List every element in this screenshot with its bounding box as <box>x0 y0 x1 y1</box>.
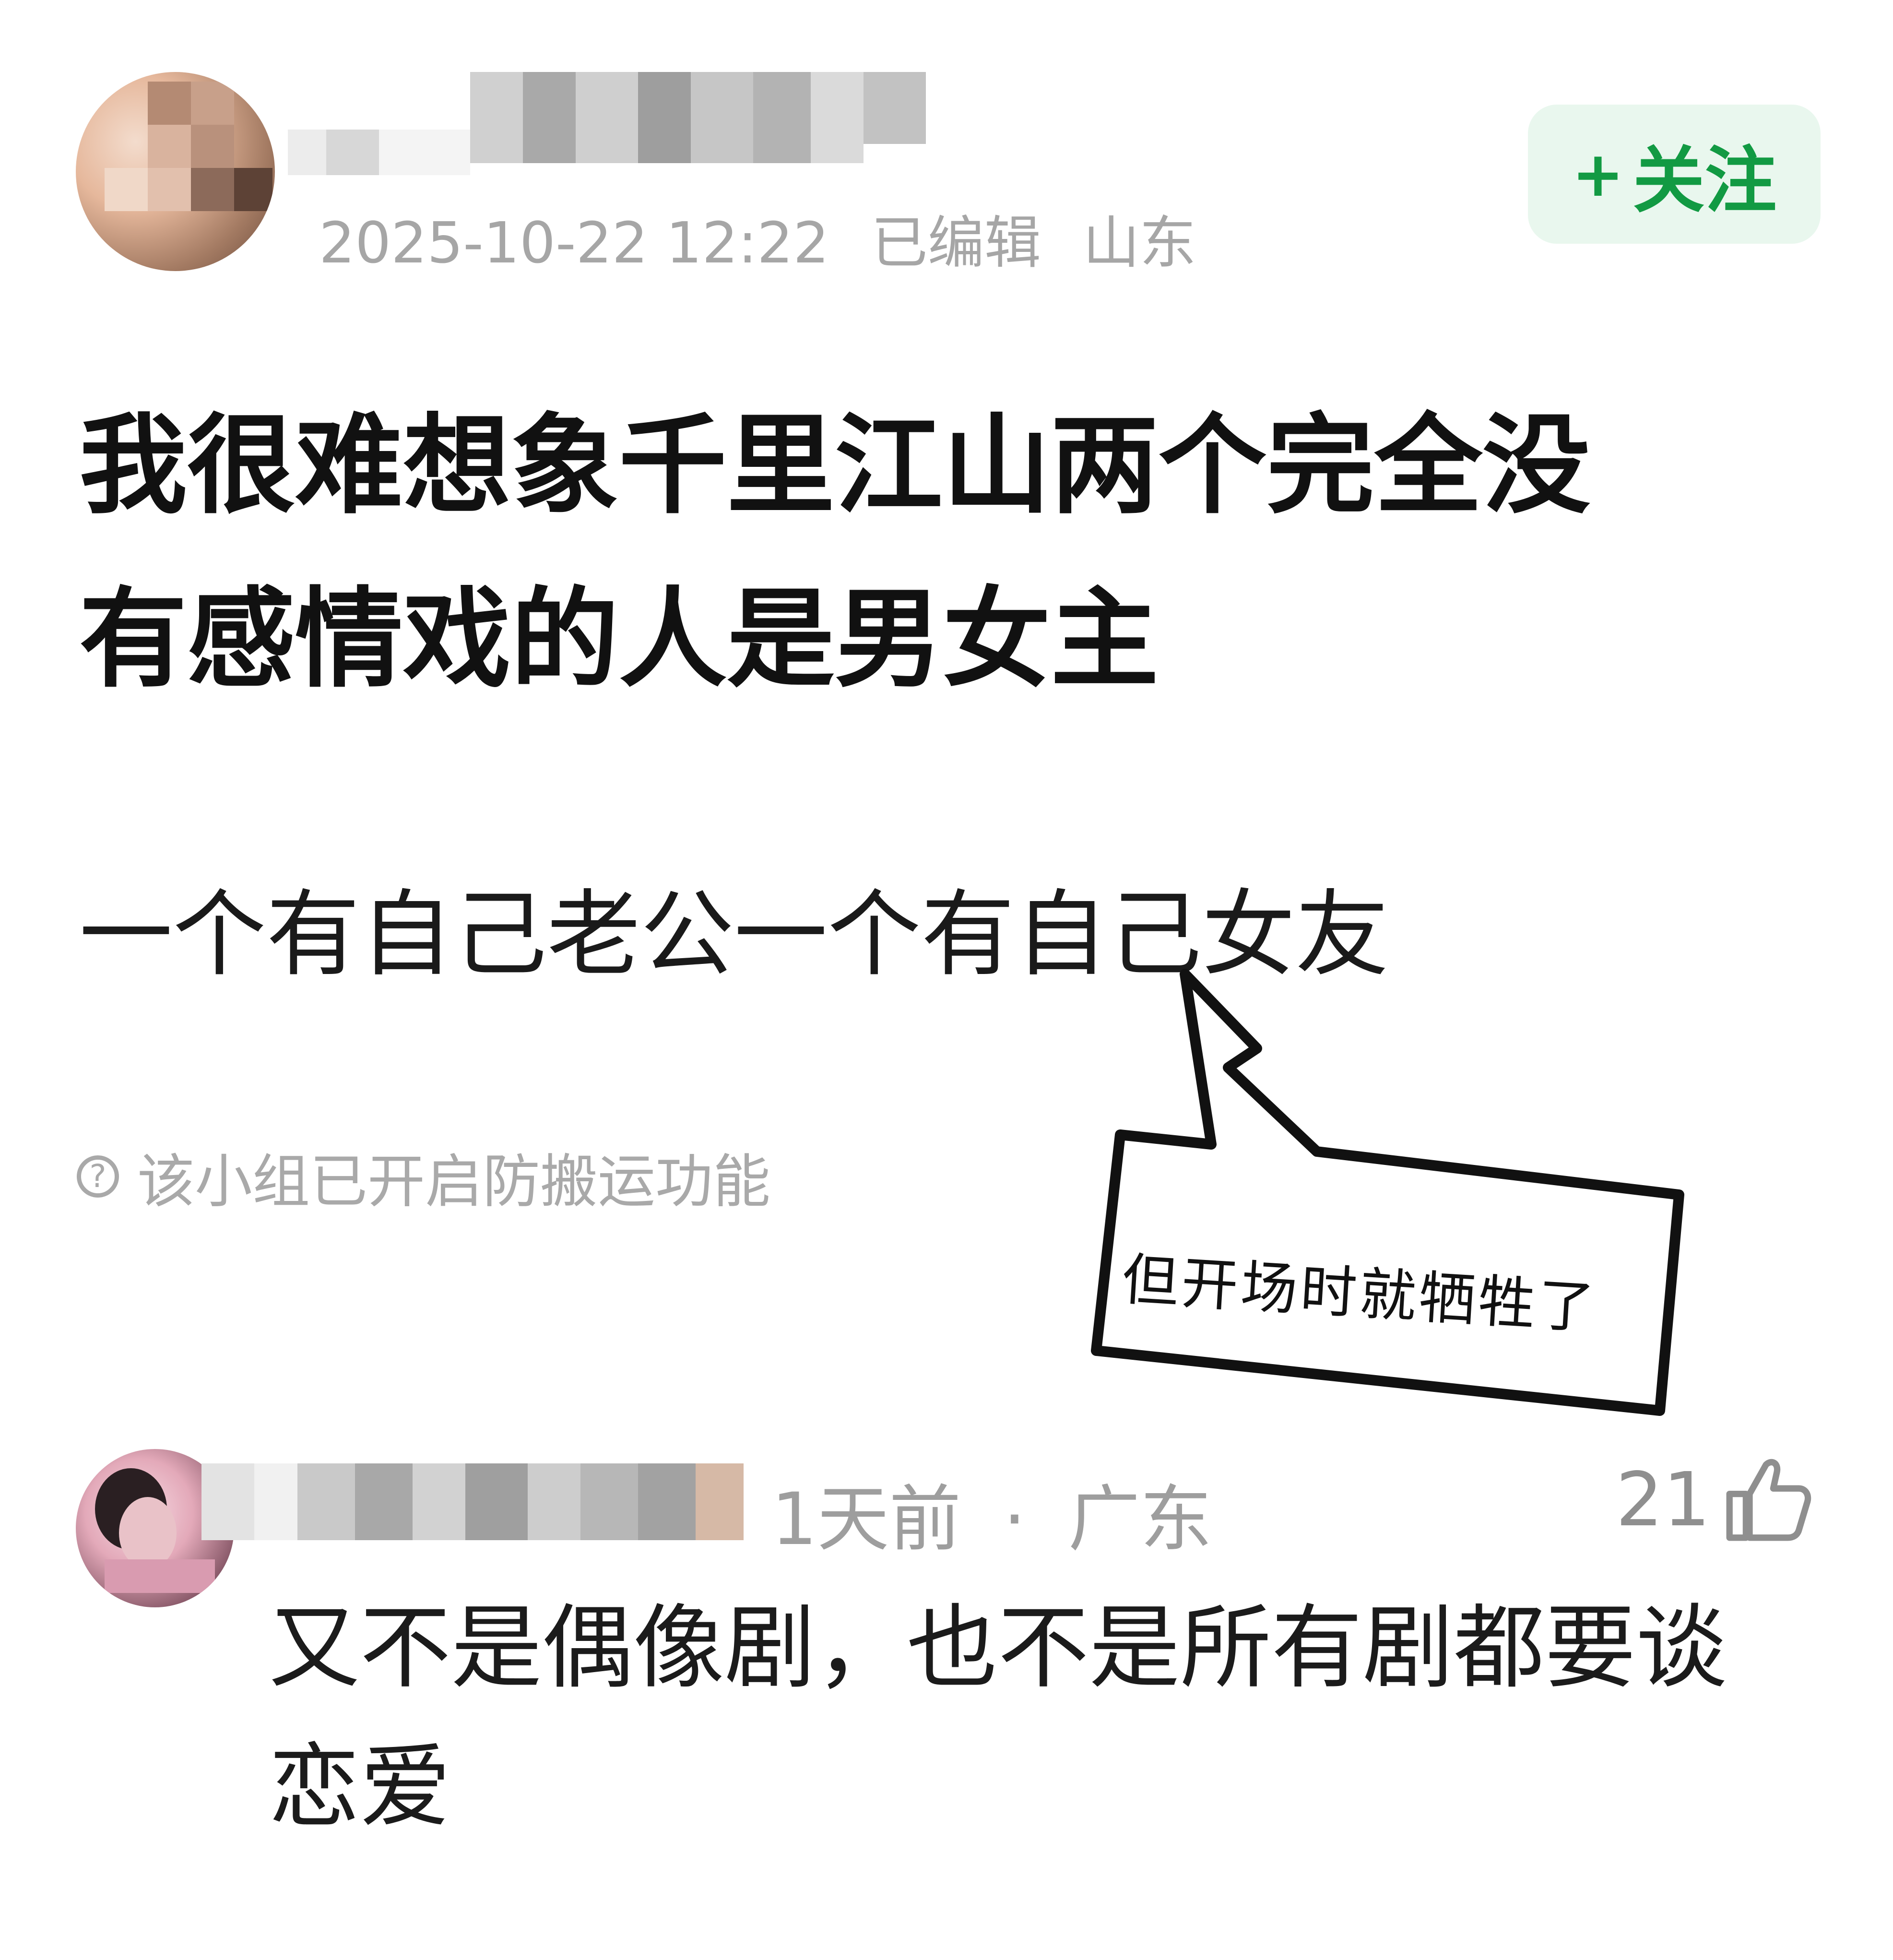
anti-copy-text: 该小组已开启防搬运功能 <box>137 1149 770 1215</box>
post-timestamp: 2025-10-22 12:22 <box>319 210 829 276</box>
post-edited-label: 已编辑 <box>871 210 1041 276</box>
comment-meta: 1天前 · 广东 <box>771 1461 1212 1565</box>
post-meta: 2025-10-22 12:22 已编辑 山东 <box>319 197 1196 279</box>
meta-separator: · <box>1003 1478 1026 1561</box>
plus-icon: + <box>1572 138 1624 211</box>
post-title-line-1: 我很难想象千里江山两个完全没 <box>79 403 1590 529</box>
thumbs-up-icon[interactable] <box>1722 1454 1813 1545</box>
follow-button[interactable]: + 关注 <box>1528 105 1821 244</box>
post-location: 山东 <box>1083 210 1196 276</box>
follow-label: 关注 <box>1633 139 1777 223</box>
anti-copy-notice[interactable]: ? 该小组已开启防搬运功能 <box>77 1135 770 1218</box>
like-count: 21 <box>1616 1456 1711 1543</box>
post-title-line-2: 有感情戏的人是男女主 <box>79 577 1159 702</box>
post-body: 一个有自己老公一个有自己女友 <box>79 880 1389 989</box>
bubble-text: 但开场时就牺牲了 <box>1120 1246 1599 1342</box>
question-circle-icon: ? <box>77 1155 119 1198</box>
author-avatar[interactable] <box>76 72 275 271</box>
comment-time: 1天前 <box>771 1478 961 1561</box>
comment-text: 又不是偶像剧，也不是所有剧都要谈 恋爱 <box>269 1579 1828 1857</box>
comment-text-line-1: 又不是偶像剧，也不是所有剧都要谈 <box>269 1595 1727 1701</box>
post-title: 我很难想象千里江山两个完全没 有感情戏的人是男女主 <box>79 379 1830 726</box>
comment-text-line-2: 恋爱 <box>269 1734 451 1840</box>
author-name-redacted[interactable] <box>288 72 926 175</box>
commenter-name-redacted[interactable] <box>201 1463 744 1540</box>
comment-location: 广东 <box>1068 1478 1212 1561</box>
